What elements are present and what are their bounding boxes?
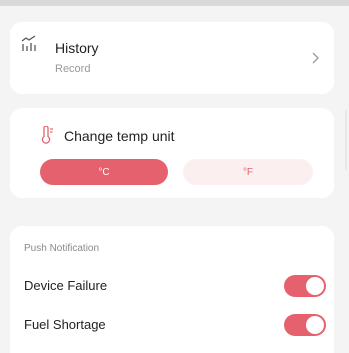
history-row[interactable] [10, 22, 334, 94]
toggle-knob [306, 316, 324, 334]
top-bar [0, 0, 349, 6]
push-section-label: Push Notification [24, 243, 100, 254]
thermometer-icon [41, 126, 53, 144]
chevron-right-icon[interactable] [312, 52, 320, 64]
chart-line-icon [21, 35, 36, 51]
device-failure-toggle[interactable] [284, 275, 326, 297]
scrollbar[interactable] [345, 110, 347, 170]
fahrenheit-button[interactable]: °F [183, 159, 313, 185]
history-title: History [55, 40, 99, 56]
temp-unit-title: Change temp unit [64, 128, 175, 144]
toggle-knob [306, 277, 324, 295]
history-subtitle: Record [55, 63, 91, 75]
celsius-button[interactable]: °C [40, 159, 168, 185]
fuel-shortage-label: Fuel Shortage [24, 317, 106, 332]
device-failure-label: Device Failure [24, 278, 108, 293]
fuel-shortage-toggle[interactable] [284, 314, 326, 336]
